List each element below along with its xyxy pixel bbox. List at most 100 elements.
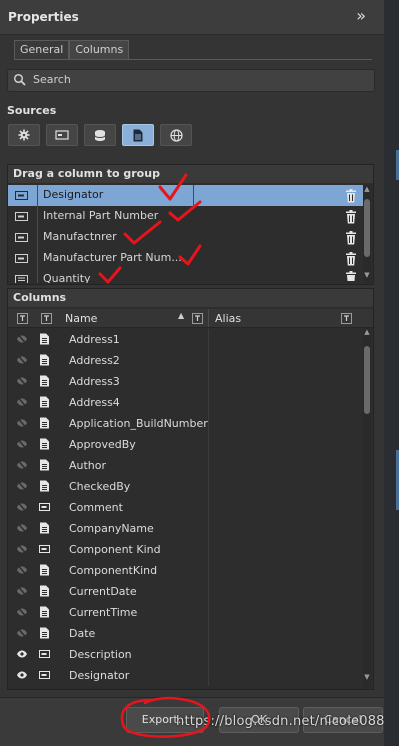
group-row[interactable]: Manufacturer Part Num... (8, 248, 363, 269)
eye-hidden-icon[interactable] (16, 333, 28, 345)
parameter-icon (39, 650, 50, 658)
eye-hidden-icon[interactable] (16, 354, 28, 366)
column-row-name: Address4 (69, 396, 120, 409)
column-row-name: CheckedBy (69, 480, 131, 493)
document-icon (40, 375, 49, 387)
trash-icon[interactable] (345, 231, 357, 245)
columns-table-header: Name ▲ Alias (8, 309, 373, 328)
source-button-component[interactable] (46, 124, 78, 146)
eye-visible-icon[interactable] (16, 648, 28, 660)
column-divider (208, 539, 209, 560)
column-row[interactable]: Address2 (8, 350, 358, 371)
group-row-label: Internal Part Number (43, 209, 159, 222)
column-divider (37, 248, 38, 269)
filter-icon[interactable] (341, 313, 352, 324)
scroll-thumb[interactable] (364, 199, 370, 257)
sort-ascending-icon[interactable]: ▲ (178, 311, 184, 320)
filter-icon[interactable] (192, 313, 203, 324)
column-row-name: CurrentTime (69, 606, 138, 619)
column-divider (208, 644, 209, 665)
eye-hidden-icon[interactable] (16, 543, 28, 555)
background-window-strip (384, 0, 399, 745)
document-icon (40, 606, 49, 618)
source-button-gear[interactable] (8, 124, 40, 146)
trash-icon[interactable] (345, 252, 357, 266)
scroll-thumb[interactable] (364, 346, 370, 414)
name-column-header[interactable]: Name (65, 312, 97, 325)
column-divider (208, 371, 209, 392)
source-button-document[interactable] (122, 124, 154, 146)
eye-hidden-icon[interactable] (16, 564, 28, 576)
scroll-up-icon[interactable]: ▲ (363, 328, 371, 336)
eye-hidden-icon[interactable] (16, 375, 28, 387)
column-row[interactable]: Author (8, 455, 358, 476)
eye-hidden-icon[interactable] (16, 438, 28, 450)
column-row[interactable]: CheckedBy (8, 476, 358, 497)
eye-hidden-icon[interactable] (16, 522, 28, 534)
column-row[interactable]: Designator (8, 665, 358, 686)
database-icon (94, 129, 106, 141)
document-icon (40, 522, 49, 534)
column-row[interactable]: Comment (8, 497, 358, 518)
group-scrollbar[interactable]: ▲ ▼ (363, 185, 371, 282)
eye-hidden-icon[interactable] (16, 501, 28, 513)
eye-hidden-icon[interactable] (16, 480, 28, 492)
scroll-up-icon[interactable]: ▲ (363, 185, 371, 193)
trash-icon[interactable] (345, 271, 357, 281)
column-divider (208, 623, 209, 644)
column-row[interactable]: Address1 (8, 329, 358, 350)
column-row[interactable]: Component Kind (8, 539, 358, 560)
scroll-down-icon[interactable]: ▼ (363, 673, 371, 681)
column-row[interactable]: Date (8, 623, 358, 644)
source-button-globe[interactable] (160, 124, 192, 146)
trash-icon[interactable] (345, 189, 357, 203)
search-icon (13, 73, 26, 86)
column-row[interactable]: Address4 (8, 392, 358, 413)
tab-columns[interactable]: Columns (69, 40, 130, 60)
group-row[interactable]: Quantity (8, 269, 363, 283)
eye-hidden-icon[interactable] (16, 585, 28, 597)
column-row[interactable]: Application_BuildNumber (8, 413, 358, 434)
document-icon (40, 585, 49, 597)
eye-hidden-icon[interactable] (16, 459, 28, 471)
eye-hidden-icon[interactable] (16, 396, 28, 408)
column-divider (208, 602, 209, 623)
parameter-icon (39, 503, 50, 511)
document-icon (40, 480, 49, 492)
column-row[interactable]: ApprovedBy (8, 434, 358, 455)
group-row[interactable]: Manufactnrer (8, 227, 363, 248)
parameter-icon (15, 191, 28, 200)
collapse-panel-icon[interactable]: » (356, 6, 366, 25)
column-row-name: Address1 (69, 333, 120, 346)
search-input[interactable]: Search (7, 69, 375, 92)
group-row[interactable]: Internal Part Number (8, 206, 363, 227)
columns-scrollbar[interactable]: ▲ ▼ (363, 328, 371, 687)
column-divider (37, 227, 38, 248)
component-icon (55, 130, 69, 140)
column-row[interactable]: ComponentKind (8, 560, 358, 581)
scroll-down-icon[interactable]: ▼ (363, 271, 371, 279)
trash-icon[interactable] (345, 210, 357, 224)
column-row[interactable]: Description (8, 644, 358, 665)
tab-general[interactable]: General (14, 40, 70, 60)
column-row[interactable]: CurrentTime (8, 602, 358, 623)
group-row-label: Designator (43, 188, 104, 201)
column-row[interactable]: Address3 (8, 371, 358, 392)
column-row[interactable]: CompanyName (8, 518, 358, 539)
eye-hidden-icon[interactable] (16, 627, 28, 639)
eye-visible-icon[interactable] (16, 669, 28, 681)
source-button-database[interactable] (84, 124, 116, 146)
column-divider (208, 392, 209, 413)
document-icon (40, 564, 49, 576)
watermark: https://blog.csdn.net/nicole088 (176, 714, 385, 729)
filter-icon[interactable] (17, 313, 28, 324)
eye-hidden-icon[interactable] (16, 417, 28, 429)
column-row-name: Author (69, 459, 107, 472)
alias-column-header[interactable]: Alias (215, 312, 241, 325)
eye-hidden-icon[interactable] (16, 606, 28, 618)
group-row[interactable]: Designator (8, 185, 363, 206)
filter-icon[interactable] (41, 313, 52, 324)
column-row-name: ApprovedBy (69, 438, 136, 451)
column-row[interactable]: CurrentDate (8, 581, 358, 602)
column-row-name: Address3 (69, 375, 120, 388)
